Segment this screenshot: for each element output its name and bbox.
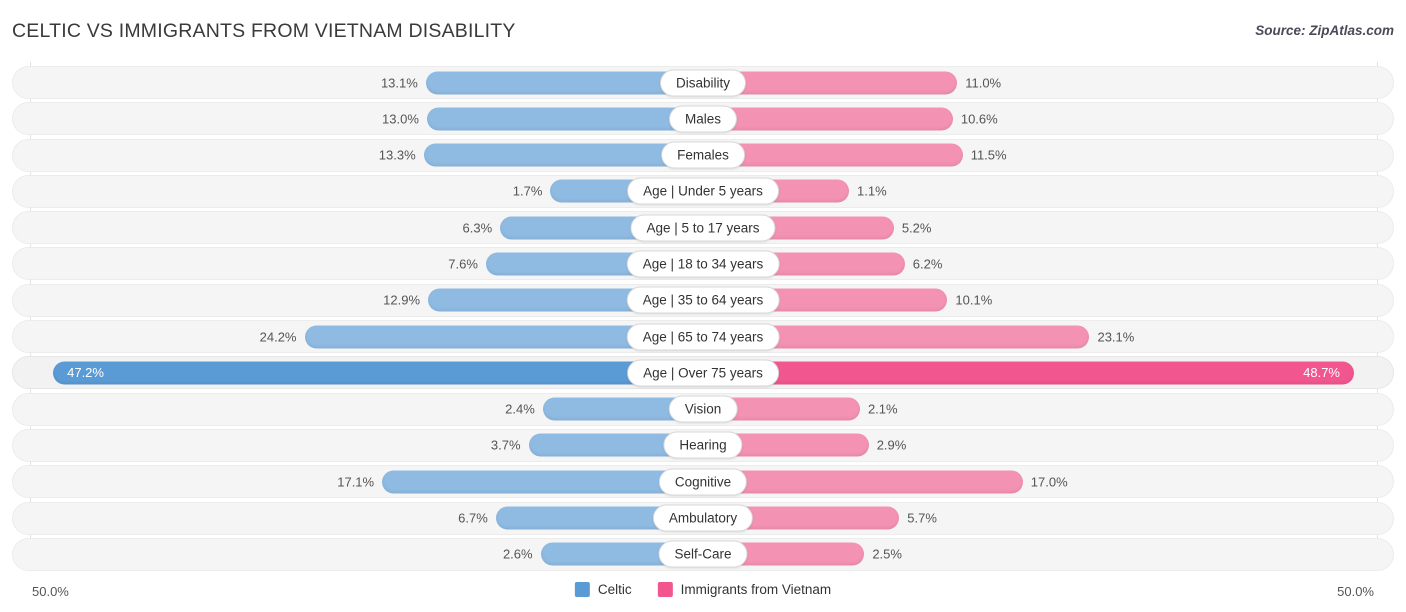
category-label[interactable]: Hearing [663, 431, 743, 459]
value-label-celtic: 7.6% [448, 256, 478, 272]
value-label-celtic: 1.7% [512, 183, 543, 199]
category-label[interactable]: Females [661, 141, 745, 169]
category-label[interactable]: Cognitive [658, 468, 748, 496]
chart-footer: 50.0% 50.0% Celtic Immigrants from Vietna… [0, 574, 1406, 612]
value-label-immigrants-from-vietnam: 23.1% [1097, 329, 1135, 345]
chart-row[interactable]: 13.0% 10.6% Males [12, 102, 1394, 136]
legend-item[interactable]: Celtic [574, 582, 632, 597]
category-label[interactable]: Disability [659, 69, 747, 96]
category-label[interactable]: Age | Over 75 years [627, 359, 779, 387]
chart-row[interactable]: 2.6% 2.5% Self-Care [12, 537, 1394, 571]
bar-celtic[interactable] [382, 470, 703, 494]
chart-row[interactable]: 6.3% 5.2% Age | 5 to 17 years [12, 211, 1394, 245]
category-label[interactable]: Age | 5 to 17 years [630, 214, 776, 242]
category-label[interactable]: Vision [668, 395, 738, 423]
bar-immigrants-from-vietnam[interactable] [703, 107, 953, 131]
bar-immigrants-from-vietnam[interactable] [703, 470, 1023, 494]
value-label-immigrants-from-vietnam: 2.9% [876, 437, 907, 453]
bar-fill-celtic [53, 361, 703, 385]
value-label-immigrants-from-vietnam: 11.5% [970, 147, 1007, 163]
value-label-immigrants-from-vietnam: 10.6% [960, 111, 998, 127]
chart-rows: 13.1% 11.0% Disability 13.0% 10.6% Males 13.3%… [12, 66, 1394, 574]
chart-row[interactable]: 12.9% 10.1% Age | 35 to 64 years [12, 283, 1394, 317]
category-label[interactable]: Age | 65 to 74 years [626, 323, 780, 351]
category-label[interactable]: Self-Care [658, 540, 748, 568]
value-label-celtic: 2.6% [502, 546, 533, 562]
legend-swatch-icon [657, 582, 673, 597]
axis-tick-right: 50.0% [1337, 584, 1374, 599]
category-label[interactable]: Ambulatory [652, 504, 754, 532]
value-label-celtic: 17.1% [337, 474, 375, 490]
value-label-immigrants-from-vietnam: 5.2% [901, 220, 932, 236]
legend-label: Celtic [597, 582, 632, 597]
bar-celtic[interactable]: 47.2% [53, 361, 703, 385]
category-label[interactable]: Males [668, 105, 738, 133]
value-label-celtic: 13.1% [380, 75, 418, 90]
legend-item[interactable]: Immigrants from Vietnam [657, 582, 832, 597]
chart-plot-area: 13.1% 11.0% Disability 13.0% 10.6% Males 13.3%… [0, 62, 1406, 574]
value-label-immigrants-from-vietnam: 6.2% [912, 256, 943, 272]
bar-fill-immigrants-from-vietnam [703, 361, 1354, 385]
value-label-celtic: 6.3% [462, 220, 493, 236]
bar-fill-immigrants-from-vietnam [703, 470, 1023, 494]
value-label-celtic: 24.2% [259, 329, 297, 345]
chart-row[interactable]: 47.2% 48.7% Age | Over 75 years [12, 356, 1394, 390]
page-title: CELTIC VS IMMIGRANTS FROM VIETNAM DISABI… [12, 20, 516, 42]
source-attribution: Source: ZipAtlas.com [1255, 23, 1394, 38]
bar-fill-celtic [382, 470, 703, 494]
legend-swatch-icon [574, 582, 590, 597]
chart-row[interactable]: 6.7% 5.7% Ambulatory [12, 501, 1394, 535]
value-label-celtic: 3.7% [490, 437, 521, 453]
axis-tick-left: 50.0% [32, 584, 69, 599]
bar-celtic[interactable] [426, 107, 703, 131]
chart-row[interactable]: 13.1% 11.0% Disability [12, 66, 1394, 99]
value-label-celtic: 13.3% [378, 147, 416, 163]
value-label-immigrants-from-vietnam: 5.7% [907, 510, 937, 526]
bar-immigrants-from-vietnam[interactable]: 48.7% [703, 361, 1354, 385]
category-label[interactable]: Age | 18 to 34 years [626, 250, 780, 278]
chart-row[interactable]: 17.1% 17.0% Cognitive [12, 465, 1394, 499]
bar-fill-celtic [426, 107, 703, 131]
chart-row[interactable]: 7.6% 6.2% Age | 18 to 34 years [12, 247, 1394, 281]
value-label-celtic: 13.0% [382, 111, 419, 127]
chart-legend: Celtic Immigrants from Vietnam [574, 582, 832, 597]
chart-row[interactable]: 24.2% 23.1% Age | 65 to 74 years [12, 320, 1394, 354]
value-label-immigrants-from-vietnam: 48.7% [1303, 365, 1340, 381]
value-label-immigrants-from-vietnam: 11.0% [965, 75, 1002, 90]
chart-header: CELTIC VS IMMIGRANTS FROM VIETNAM DISABI… [0, 0, 1406, 62]
bar-fill-immigrants-from-vietnam [703, 107, 953, 131]
value-label-celtic: 12.9% [383, 292, 421, 308]
value-label-immigrants-from-vietnam: 1.1% [857, 183, 887, 199]
legend-label: Immigrants from Vietnam [680, 582, 832, 597]
value-label-celtic: 6.7% [458, 510, 488, 526]
value-label-immigrants-from-vietnam: 2.5% [872, 546, 902, 562]
chart-row[interactable]: 13.3% 11.5% Females [12, 138, 1394, 172]
value-label-celtic: 47.2% [67, 365, 104, 381]
value-label-immigrants-from-vietnam: 2.1% [867, 401, 898, 417]
chart-row[interactable]: 3.7% 2.9% Hearing [12, 428, 1394, 462]
category-label[interactable]: Age | Under 5 years [627, 177, 779, 205]
value-label-immigrants-from-vietnam: 10.1% [955, 292, 993, 308]
chart-row[interactable]: 1.7% 1.1% Age | Under 5 years [12, 174, 1394, 208]
value-label-celtic: 2.4% [505, 401, 535, 417]
chart-row[interactable]: 2.4% 2.1% Vision [12, 392, 1394, 426]
value-label-immigrants-from-vietnam: 17.0% [1030, 474, 1068, 490]
category-label[interactable]: Age | 35 to 64 years [626, 286, 780, 314]
